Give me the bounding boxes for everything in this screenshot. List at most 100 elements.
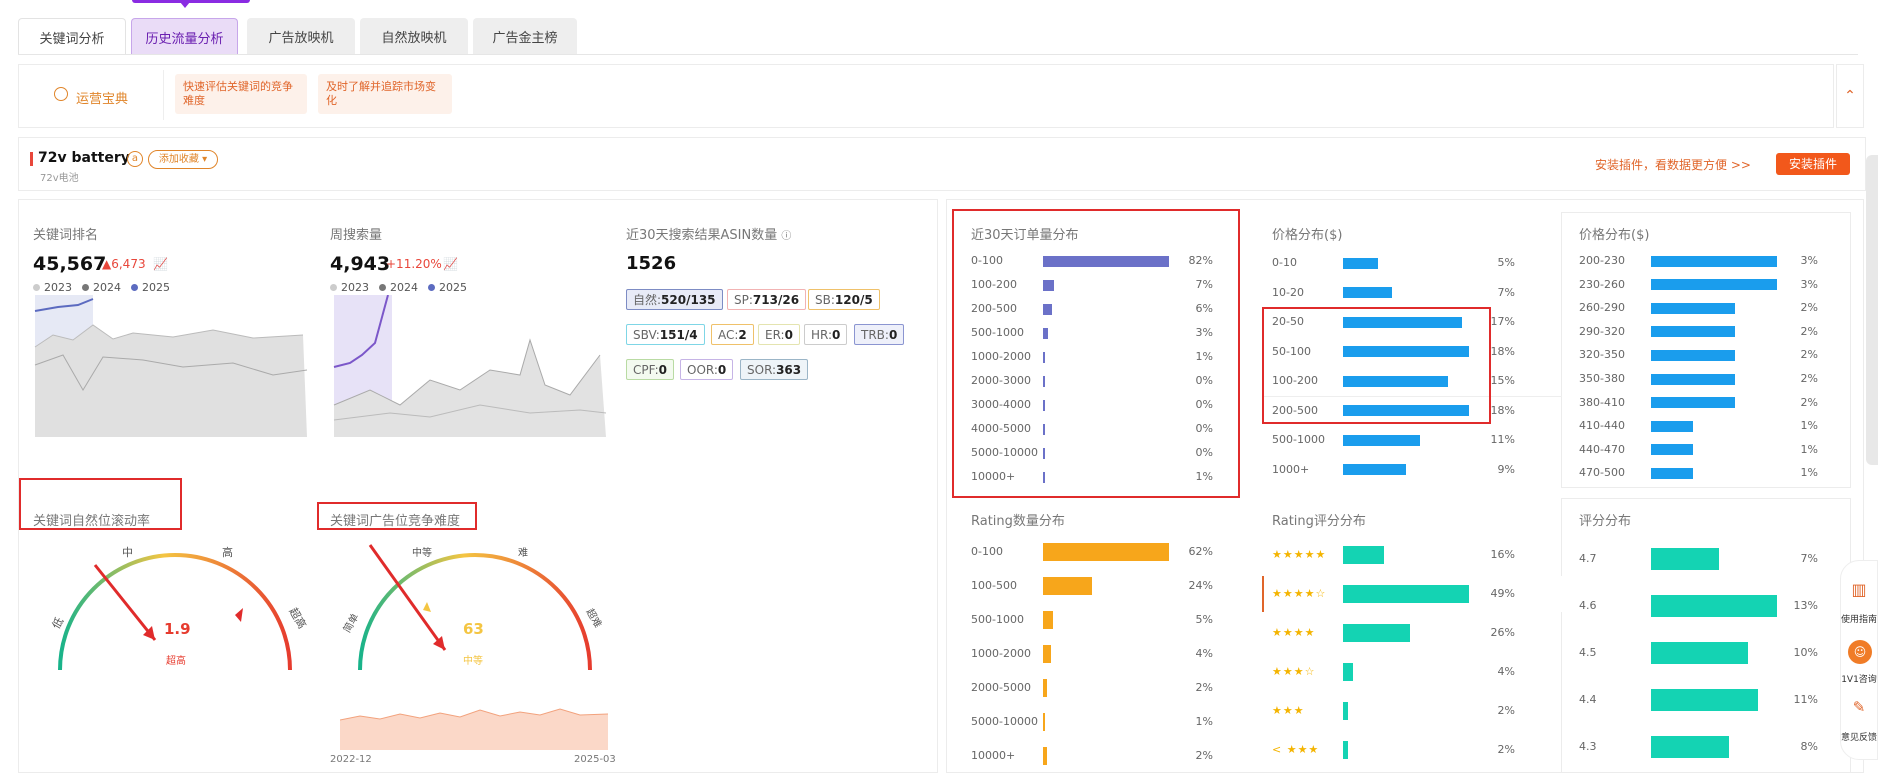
dist-bar [1651,373,1735,385]
gauge-label-medium: 中等 [412,548,432,559]
dist-row-percent: 5% [1195,613,1213,626]
tip-card-market[interactable]: 及时了解并追踪市场变化 [318,74,452,114]
asin-tag-value: 120/5 [834,292,873,307]
tab-divider [18,54,1858,55]
dist-row-label: 260-290 [1579,301,1625,315]
right-scroll-panel[interactable] [1866,155,1878,465]
dist-bar [1651,420,1693,432]
dist-bar [1651,736,1729,758]
dist-row-label: 4.5 [1579,646,1597,659]
price2-title: 价格分布($) [1579,228,1650,243]
dist-row-percent: 7% [1497,285,1515,299]
legend-2024: 2024 [379,281,418,294]
dist-row-label: 10-20 [1272,285,1304,299]
asin-tag-value: 0 [832,327,841,342]
keyword-header [18,137,1866,191]
asin-count-title-text: 近30天搜索结果ASIN数量 [626,228,778,243]
search-volume-value: 4,943 [330,253,391,275]
dist-bar [1343,287,1392,298]
add-favorite-button[interactable]: 添加收藏 ▾ [148,150,218,169]
dist-row-label: 290-320 [1579,324,1625,338]
install-hint-link[interactable]: 安装插件，看数据更方便 >> [1595,156,1751,173]
dist-row-percent: 16% [1490,548,1515,561]
dist-row-label: ★★★ [1272,704,1305,717]
trend-chart-icon[interactable]: 📈 [153,257,168,271]
ad-competition-level: 中等 [463,656,483,667]
dist-bar [1343,663,1354,681]
dist-row-label: ★★★★★ [1272,548,1327,561]
dist-row-label: 350-380 [1579,372,1625,385]
dist-row-label: 4.3 [1579,740,1597,753]
dist-bar [1043,543,1169,561]
legend-2023: 2023 [33,281,72,294]
tab-ad-sponsor-list[interactable]: 广告金主榜 [473,18,577,55]
dist-row-label: 380-410 [1579,395,1625,409]
dist-row-percent: 9% [1497,462,1515,476]
asin-tag-value: 0 [717,362,727,377]
price1-title: 价格分布($) [1272,228,1343,243]
tab-history-traffic[interactable]: 历史流量分析 [131,18,238,55]
dist-bar [1651,595,1777,617]
tip-card-difficulty[interactable]: 快速评估关键词的竞争难度 [175,74,307,114]
dist-row-label: 4.4 [1579,693,1597,706]
dist-row-label: 1000-2000 [971,647,1031,660]
dist-bar [1043,747,1048,765]
dist-bar [1651,326,1735,338]
dist-row-percent: 1% [1800,442,1818,456]
gauge-label-hard: 难 [518,548,528,559]
dist-row-label: 500-1000 [1272,433,1325,446]
dist-row-percent: 1% [1195,715,1213,728]
guide-book-icon[interactable]: ▥ [1840,580,1878,599]
asin-tag-value: 151/4 [659,327,698,342]
tips-label: 运营宝典 [76,92,129,107]
ad-competition-trend-chart [340,708,608,750]
dist-row-label: 10000+ [971,749,1016,762]
dist-row-label: ★★★☆ [1272,665,1316,678]
dist-row-percent: 11% [1793,693,1818,706]
dist-bar [1651,548,1719,570]
dist-row-percent: 2% [1800,372,1818,385]
dist-bar [1651,279,1777,291]
consult-avatar-icon[interactable]: ☺ [1848,640,1872,664]
dist-bar [1343,702,1349,720]
dist-row-label: 4.7 [1579,552,1597,565]
install-plugin-button[interactable]: 安装插件 [1776,153,1850,175]
dist-row-label: 5000-10000 [971,715,1038,728]
help-icon[interactable]: ⓘ [781,231,791,242]
feedback-label[interactable]: 意见反馈 [1840,730,1878,743]
dist-bar [1343,741,1349,759]
trend-chart-icon[interactable]: 📈 [443,257,458,271]
dist-row-percent: 2% [1497,743,1515,756]
trend-end-date: 2025-03 [574,754,616,765]
asin-tag: SP: 713/26 [727,289,807,310]
dist-bar [1343,546,1385,564]
dist-row-percent: 1% [1800,419,1818,433]
dist-bar [1651,642,1748,664]
dist-row-percent: 2% [1497,704,1515,717]
tab-ad-player[interactable]: 广告放映机 [247,18,355,55]
asin-tag-value: 0 [658,362,667,377]
search-volume-delta: +11.20% [386,257,442,271]
tab-organic-player[interactable]: 自然放映机 [360,18,468,55]
asin-tag: CPF: 0 [626,359,674,380]
keyword-translation: 72v电池 [40,173,79,184]
guide-label[interactable]: 使用指南 [1840,612,1878,625]
dist-row-label: 230-260 [1579,277,1625,291]
dist-row-percent: 11% [1490,433,1515,446]
dist-bar [1343,257,1378,269]
collapse-icon[interactable]: ⌃ [1836,64,1864,128]
feedback-edit-icon[interactable]: ✎ [1840,698,1878,716]
asin-tag: ER: 0 [758,324,800,345]
asin-tag-value: 0 [784,327,793,342]
dist-bar [1651,467,1693,479]
divider [163,70,164,120]
tab-keyword-analysis[interactable]: 关键词分析 [18,18,126,55]
asin-count-value: 1526 [626,253,677,274]
consult-label[interactable]: 1V1咨询 [1840,672,1878,685]
ratingscore-title: Rating评分分布 [1272,514,1366,529]
dist-row-percent: 5% [1497,256,1515,269]
rank-value: 45,567 [33,253,107,275]
dist-row-percent: 10% [1793,646,1818,659]
dist-bar [1043,713,1046,731]
asin-tag: 自然: 520/135 [626,289,723,310]
